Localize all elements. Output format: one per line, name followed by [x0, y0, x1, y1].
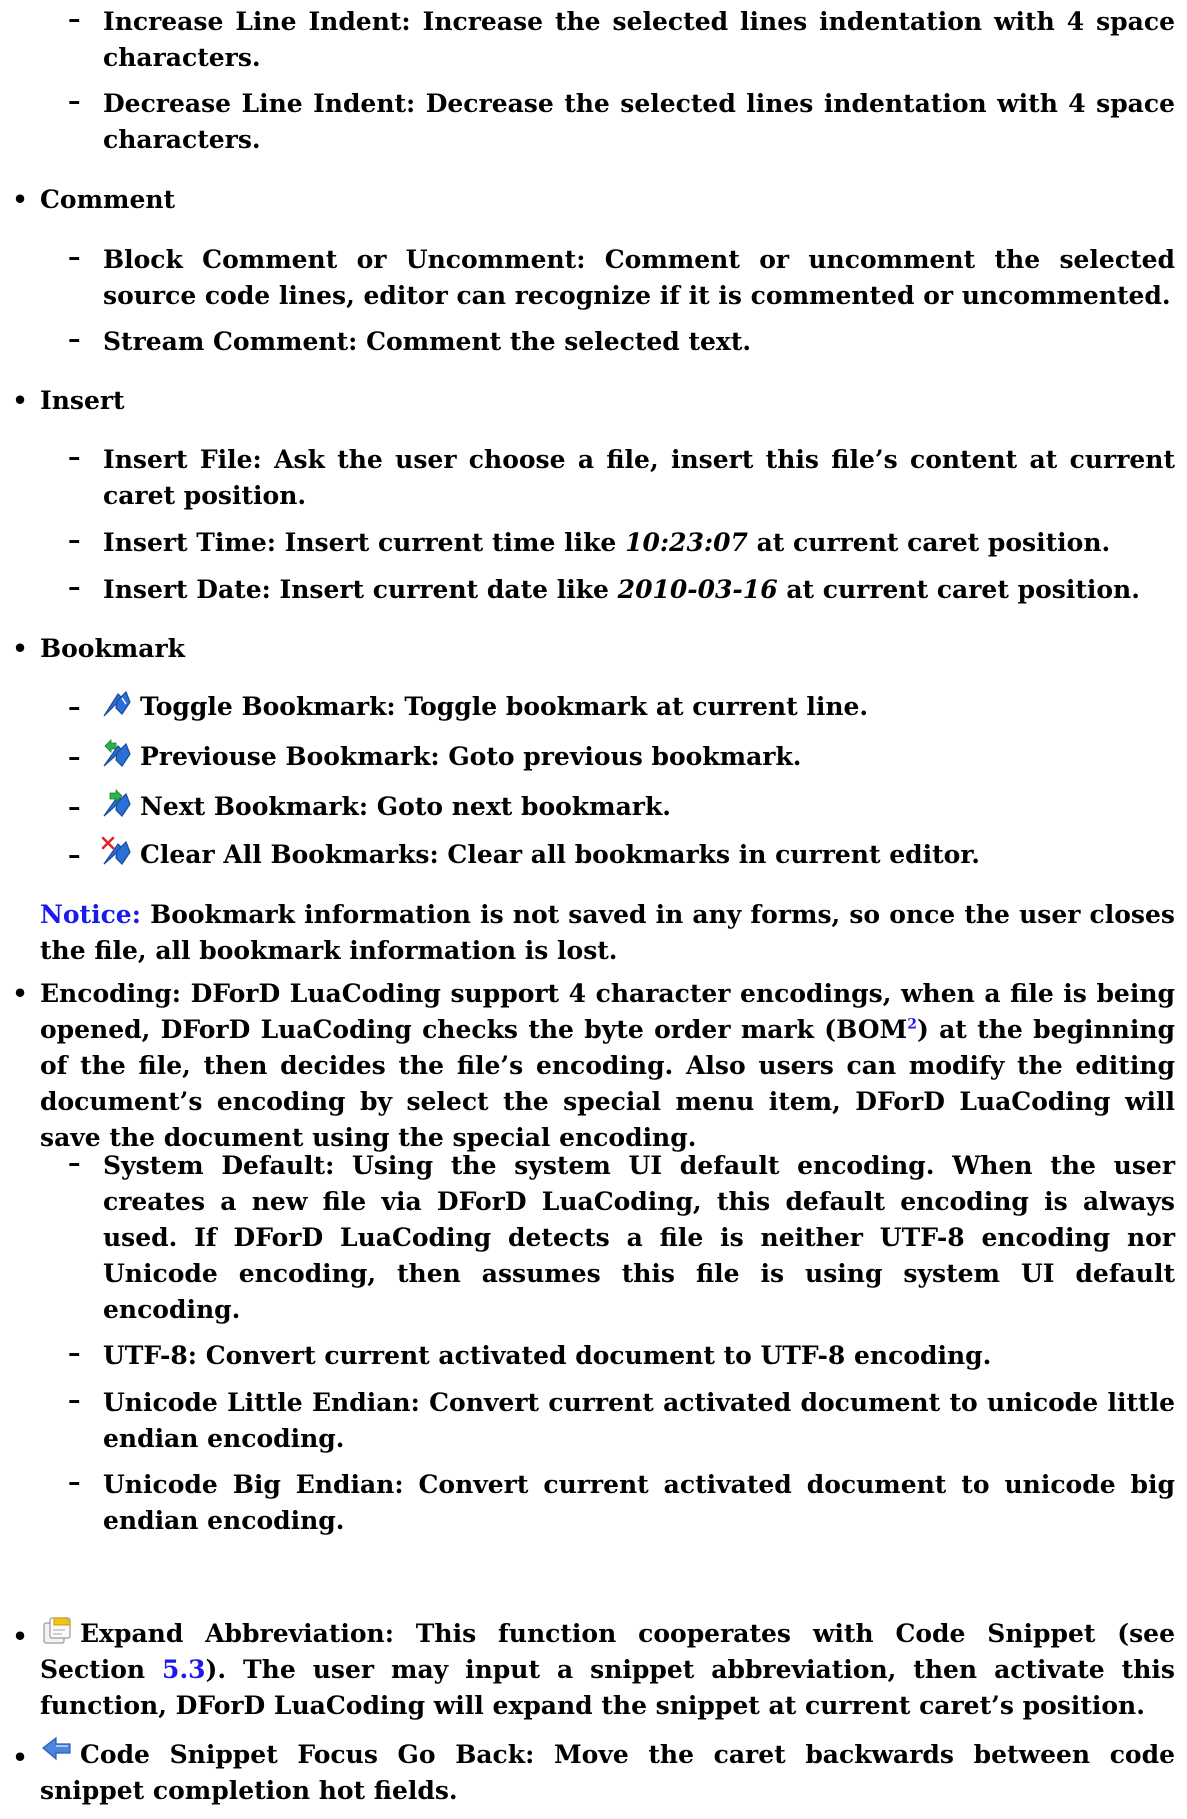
bullet: • [12, 634, 28, 663]
list-dash: – [68, 840, 81, 869]
comment-heading: Comment [40, 185, 176, 214]
list-dash: – [68, 792, 81, 821]
notice-text: Bookmark information is not saved in any… [40, 900, 1175, 965]
next-bookmark-text: Next Bookmark: Goto next bookmark. [140, 792, 671, 821]
bookmark-previous-icon [100, 738, 134, 770]
document-page: – Increase Line Indent: Increase the sel… [0, 0, 1187, 1819]
system-default-item: System Default: Using the system UI defa… [103, 1151, 1175, 1324]
list-dash: – [68, 525, 81, 554]
list-dash: – [68, 1338, 81, 1367]
bullet: • [12, 386, 28, 415]
list-dash: – [68, 1467, 81, 1496]
list-dash: – [68, 1385, 81, 1414]
notice-paragraph: Notice: Bookmark information is not save… [40, 897, 1175, 969]
bookmark-heading: Bookmark [40, 634, 185, 663]
bookmark-toggle-icon [100, 688, 134, 720]
list-dash: – [68, 692, 81, 721]
list-dash: – [68, 4, 81, 33]
bullet: • [12, 1743, 28, 1772]
increase-indent-item: Increase Line Indent: Increase the selec… [103, 7, 1175, 72]
insert-time-prefix: Insert Time: Insert current time like [103, 528, 617, 557]
bullet: • [12, 979, 28, 1008]
encoding-intro: Encoding: DForD LuaCoding support 4 char… [40, 976, 1175, 1156]
unicode-little-endian-item: Unicode Little Endian: Convert current a… [103, 1388, 1175, 1453]
notice-label: Notice: [40, 900, 141, 929]
expand-text-b: ). The user may input a snippet abbrevia… [40, 1655, 1175, 1720]
insert-date-prefix: Insert Date: Insert current date like [103, 575, 609, 604]
previous-bookmark-text: Previouse Bookmark: Goto previous bookma… [140, 742, 802, 771]
list-dash: – [68, 572, 81, 601]
toggle-bookmark-text: Toggle Bookmark: Toggle bookmark at curr… [140, 692, 869, 721]
unicode-big-endian-item: Unicode Big Endian: Convert current acti… [103, 1470, 1175, 1535]
footnote-link[interactable]: 2 [907, 1017, 917, 1033]
previous-bookmark-item: Previouse Bookmark: Goto previous bookma… [100, 738, 1175, 775]
list-dash: – [68, 242, 81, 271]
insert-time-suffix: at current caret position. [756, 528, 1111, 557]
bullet: • [12, 1622, 28, 1651]
insert-date-suffix: at current caret position. [786, 575, 1140, 604]
insert-time-example: 10:23:07 [625, 528, 748, 557]
stream-comment-item: Stream Comment: Comment the selected tex… [103, 327, 752, 356]
insert-heading: Insert [40, 386, 125, 415]
next-bookmark-item: Next Bookmark: Goto next bookmark. [100, 788, 1175, 825]
insert-date-example: 2010-03-16 [617, 575, 778, 604]
go-back-text: Code Snippet Focus Go Back: Move the car… [40, 1740, 1175, 1805]
insert-file-item: Insert File: Ask the user choose a file,… [103, 445, 1175, 510]
section-reference-link[interactable]: 5.3 [162, 1655, 206, 1684]
go-back-arrow-icon [40, 1736, 74, 1768]
clear-bookmarks-text: Clear All Bookmarks: Clear all bookmarks… [140, 840, 980, 869]
insert-date-item: Insert Date: Insert current date like 20… [103, 572, 1175, 608]
list-dash: – [68, 324, 81, 353]
bookmark-next-icon [100, 788, 134, 820]
insert-time-item: Insert Time: Insert current time like 10… [103, 525, 1175, 561]
utf8-item: UTF-8: Convert current activated documen… [103, 1341, 992, 1370]
list-dash: – [68, 742, 81, 771]
list-dash: – [68, 86, 81, 115]
block-comment-item: Block Comment or Uncomment: Comment or u… [103, 245, 1175, 310]
expand-abbreviation-item: Expand Abbreviation: This function coope… [40, 1615, 1175, 1724]
expand-abbreviation-icon [40, 1615, 74, 1647]
list-dash: – [68, 442, 81, 471]
bullet: • [12, 185, 28, 214]
clear-bookmarks-item: Clear All Bookmarks: Clear all bookmarks… [100, 836, 1175, 873]
decrease-indent-item: Decrease Line Indent: Decrease the selec… [103, 89, 1175, 154]
list-dash: – [68, 1148, 81, 1177]
bookmark-clear-icon [100, 836, 134, 868]
toggle-bookmark-item: Toggle Bookmark: Toggle bookmark at curr… [100, 688, 1175, 725]
go-back-item: Code Snippet Focus Go Back: Move the car… [40, 1736, 1175, 1809]
